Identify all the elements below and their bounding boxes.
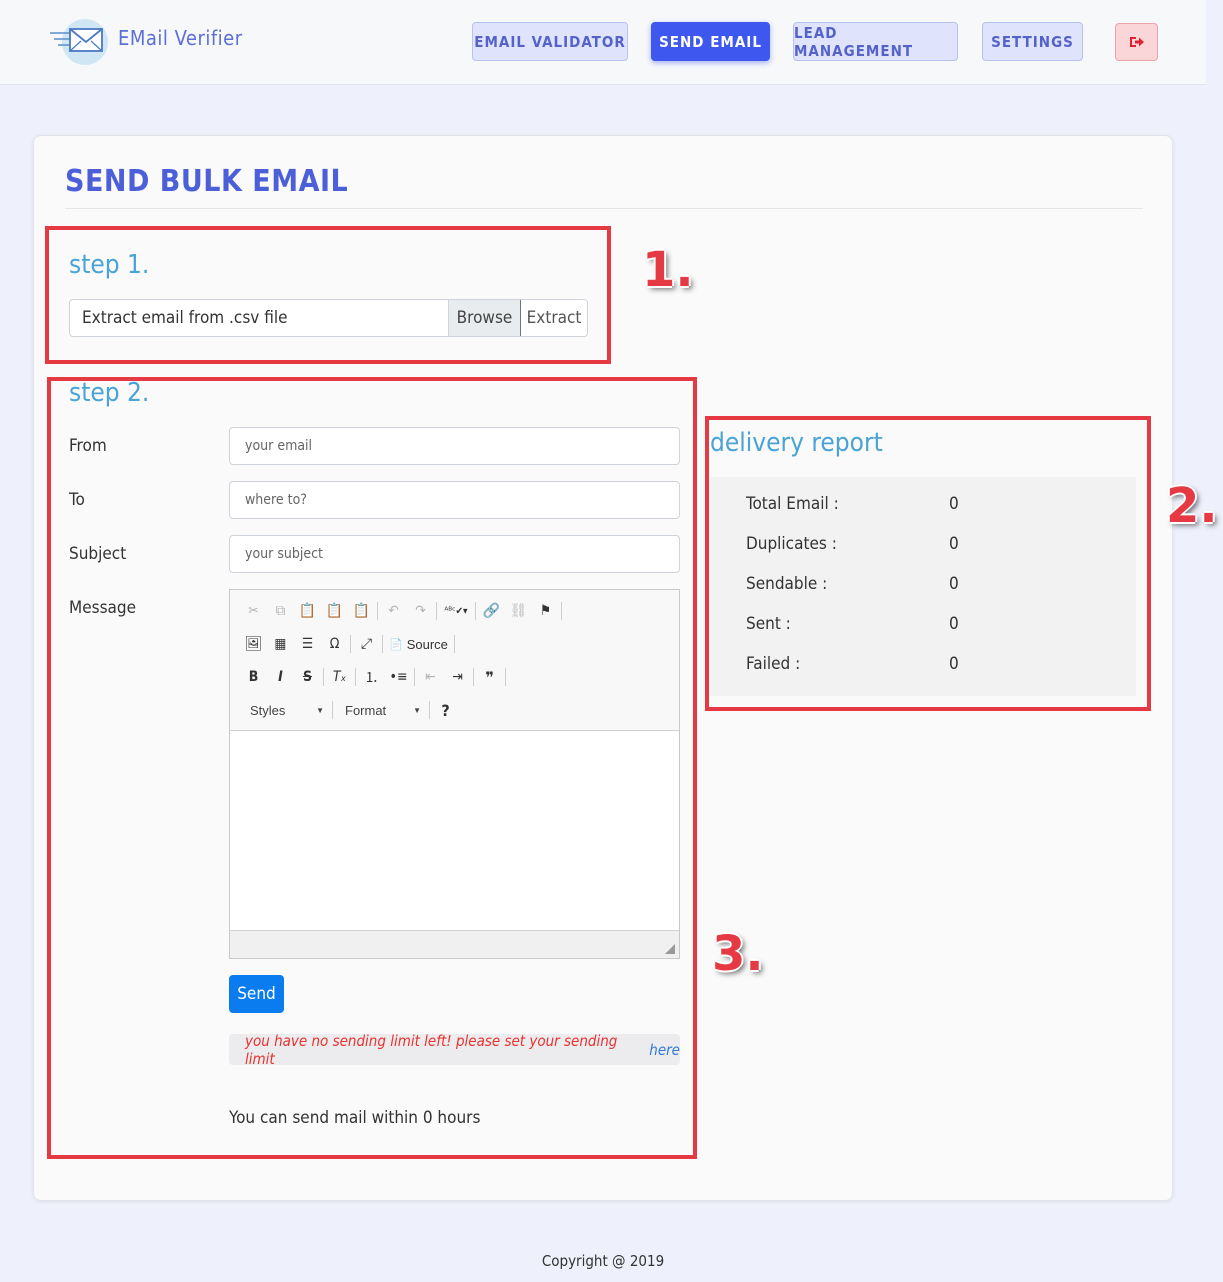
report-value-sendable: 0 xyxy=(949,574,959,594)
paste-text-icon[interactable]: 📋 xyxy=(321,598,348,624)
redo-icon[interactable]: ↷ xyxy=(407,598,434,624)
copy-icon[interactable]: ⧉ xyxy=(267,598,294,624)
to-input[interactable] xyxy=(229,481,680,519)
page-title: SEND BULK EMAIL xyxy=(65,164,349,199)
csv-file-input[interactable]: Extract email from .csv file xyxy=(70,300,448,336)
send-button[interactable]: Send xyxy=(229,975,284,1013)
report-value-total-email: 0 xyxy=(949,494,959,514)
step1-label: step 1. xyxy=(69,250,150,280)
undo-icon[interactable]: ↶ xyxy=(380,598,407,624)
step2-label: step 2. xyxy=(69,378,150,408)
spellcheck-icon[interactable]: ᴬᴮᶜ✔▾ xyxy=(439,598,473,624)
report-value-duplicates: 0 xyxy=(949,534,959,554)
app-name: EMail Verifier xyxy=(118,26,243,50)
annotation-2: 2. xyxy=(1166,478,1218,534)
report-label-sent: Sent : xyxy=(746,614,791,634)
envelope-icon xyxy=(48,16,108,66)
unlink-icon[interactable]: ⛓ xyxy=(505,598,532,624)
nav-settings[interactable]: SETTINGS xyxy=(982,22,1083,61)
image-icon[interactable]: 🖼 xyxy=(240,631,267,657)
set-limit-link[interactable]: here xyxy=(649,1041,680,1059)
csv-file-input-group: Extract email from .csv file Browse Extr… xyxy=(69,299,588,337)
anchor-flag-icon[interactable]: ⚑ xyxy=(532,598,559,624)
report-label-duplicates: Duplicates : xyxy=(746,534,837,554)
sending-limit-alert: you have no sending limit left! please s… xyxy=(229,1031,680,1068)
styles-label: Styles xyxy=(250,702,286,718)
step1-highlight-box xyxy=(45,226,611,364)
bulleted-list-icon[interactable]: •≡ xyxy=(385,664,412,690)
maximize-icon[interactable]: ⤢ xyxy=(353,631,380,657)
to-label: To xyxy=(69,490,85,510)
app-logo[interactable]: EMail Verifier xyxy=(48,16,243,66)
remove-format-icon[interactable]: Tₓ xyxy=(326,664,353,690)
report-label-sendable: Sendable : xyxy=(746,574,828,594)
message-label: Message xyxy=(69,598,137,618)
format-label: Format xyxy=(345,702,387,718)
extract-button[interactable]: Extract xyxy=(520,300,587,336)
top-navbar: EMail Verifier EMAIL VALIDATOR SEND EMAI… xyxy=(0,0,1206,85)
delivery-report-title: delivery report xyxy=(710,428,883,458)
alert-text: you have no sending limit left! please s… xyxy=(245,1031,618,1068)
footer-copyright: Copyright @ 2019 xyxy=(541,1252,665,1270)
chevron-down-icon: ▼ xyxy=(413,705,421,715)
subject-input[interactable] xyxy=(229,535,680,573)
help-icon[interactable]: ? xyxy=(432,697,459,723)
table-icon[interactable]: ▦ xyxy=(267,631,294,657)
subject-label: Subject xyxy=(69,544,127,564)
browse-button[interactable]: Browse xyxy=(448,300,520,336)
strikethrough-icon[interactable]: S xyxy=(294,664,321,690)
report-label-total-email: Total Email : xyxy=(746,494,839,514)
nav-email-validator[interactable]: EMAIL VALIDATOR xyxy=(472,22,628,61)
title-divider xyxy=(65,208,1143,209)
resize-handle-icon[interactable] xyxy=(665,944,675,954)
numbered-list-icon[interactable]: ⒈ xyxy=(358,664,385,690)
logout-button[interactable] xyxy=(1115,23,1158,61)
nav-send-email[interactable]: SEND EMAIL xyxy=(651,22,770,61)
italic-icon[interactable]: I xyxy=(267,664,294,690)
send-within-text: You can send mail within 0 hours xyxy=(229,1108,481,1128)
indent-icon[interactable]: ⇥ xyxy=(444,664,471,690)
from-input[interactable] xyxy=(229,427,680,465)
format-dropdown[interactable]: Format ▼ xyxy=(335,703,427,718)
source-label: Source xyxy=(406,636,448,652)
outdent-icon[interactable]: ⇤ xyxy=(417,664,444,690)
report-value-failed: 0 xyxy=(949,654,959,674)
annotation-3: 3. xyxy=(712,926,764,982)
report-label-failed: Failed : xyxy=(746,654,801,674)
special-char-icon[interactable]: Ω xyxy=(321,631,348,657)
chevron-down-icon: ▼ xyxy=(316,705,324,715)
report-value-sent: 0 xyxy=(949,614,959,634)
annotation-1: 1. xyxy=(642,242,694,298)
link-icon[interactable]: 🔗 xyxy=(478,598,505,624)
sign-out-icon xyxy=(1129,37,1144,47)
nav-lead-management[interactable]: LEAD MANAGEMENT xyxy=(793,22,958,61)
paste-word-icon[interactable]: 📋 xyxy=(348,598,375,624)
message-editor: ✂ ⧉ 📋 📋 📋 ↶ ↷ ᴬᴮᶜ✔▾ 🔗 ⛓ ⚑ 🖼 ▦ ☰ Ω ⤢ 📄 So… xyxy=(229,589,680,959)
from-label: From xyxy=(69,436,107,456)
paste-icon[interactable]: 📋 xyxy=(294,598,321,624)
source-button[interactable]: 📄 Source xyxy=(385,637,452,652)
horizontal-line-icon[interactable]: ☰ xyxy=(294,631,321,657)
blockquote-icon[interactable]: ❞ xyxy=(476,664,503,690)
styles-dropdown[interactable]: Styles ▼ xyxy=(240,703,330,718)
cut-icon[interactable]: ✂ xyxy=(240,598,267,624)
bold-icon[interactable]: B xyxy=(240,664,267,690)
editor-toolbar: ✂ ⧉ 📋 📋 📋 ↶ ↷ ᴬᴮᶜ✔▾ 🔗 ⛓ ⚑ 🖼 ▦ ☰ Ω ⤢ 📄 So… xyxy=(230,590,679,731)
message-edit-area[interactable] xyxy=(230,731,679,931)
editor-footer xyxy=(230,930,679,958)
source-icon: 📄 xyxy=(389,638,403,651)
